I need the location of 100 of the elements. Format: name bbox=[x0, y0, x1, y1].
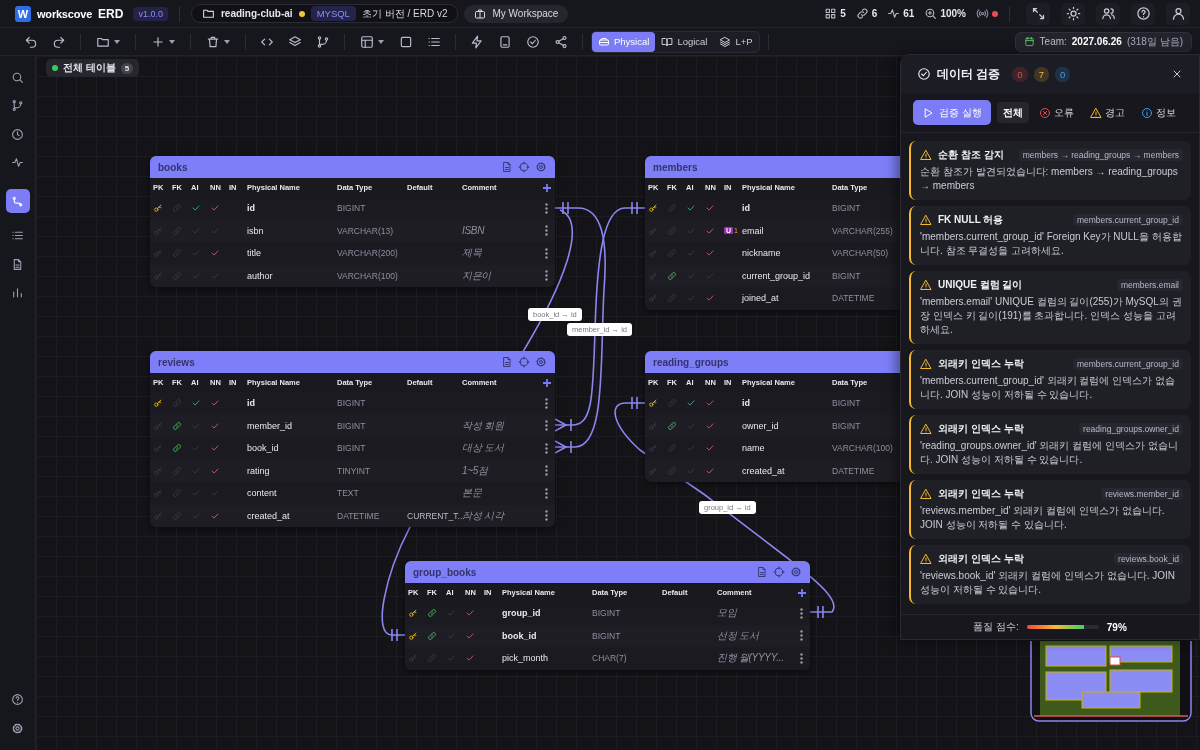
table-filter-chip[interactable]: 전체 테이블 5 bbox=[46, 59, 140, 77]
issue-card[interactable]: FK NULL 허용 members.current_group_id 'members.current_group_id' Foreign Key가 NULL을 허용합니다. 참조 무결성을 고려하세요. bbox=[909, 206, 1191, 265]
key-icon[interactable] bbox=[648, 203, 658, 214]
profile-button[interactable] bbox=[1166, 2, 1190, 25]
more-icon[interactable] bbox=[545, 202, 548, 214]
link-icon[interactable] bbox=[667, 420, 677, 431]
link-icon[interactable] bbox=[172, 443, 182, 454]
more-icon[interactable] bbox=[545, 397, 548, 409]
project-selector[interactable]: reading-club-ai MYSQL 초기 버전 / ERD v2 bbox=[190, 4, 459, 23]
check-icon[interactable] bbox=[705, 465, 715, 476]
check-icon[interactable] bbox=[210, 420, 220, 431]
check-icon[interactable] bbox=[705, 270, 715, 281]
link-icon[interactable] bbox=[667, 270, 677, 281]
check-icon[interactable] bbox=[210, 465, 220, 476]
check-icon[interactable] bbox=[210, 225, 220, 236]
link-icon[interactable] bbox=[172, 420, 182, 431]
check-icon[interactable] bbox=[191, 203, 201, 214]
more-icon[interactable] bbox=[800, 607, 803, 619]
more-icon[interactable] bbox=[545, 487, 548, 499]
crosshair-icon[interactable] bbox=[518, 356, 530, 368]
check-icon[interactable] bbox=[210, 270, 220, 281]
table-name: reading_groups bbox=[653, 356, 730, 368]
key-icon[interactable] bbox=[648, 398, 658, 409]
more-icon[interactable] bbox=[800, 630, 803, 642]
view-mode-tab[interactable]: L+P bbox=[713, 31, 759, 52]
team-button[interactable] bbox=[1096, 2, 1120, 25]
check-icon[interactable] bbox=[705, 398, 715, 409]
workspace-button[interactable]: My Workspace bbox=[464, 4, 569, 23]
more-icon[interactable] bbox=[545, 247, 548, 259]
check-icon[interactable] bbox=[465, 608, 475, 619]
document-icon[interactable] bbox=[501, 356, 513, 368]
check-icon[interactable] bbox=[191, 465, 201, 476]
more-icon[interactable] bbox=[545, 465, 548, 477]
filter-tab[interactable]: 오류 bbox=[1032, 102, 1080, 123]
more-icon[interactable] bbox=[800, 652, 803, 664]
document-icon[interactable] bbox=[501, 161, 513, 173]
field-name: owner_id bbox=[742, 420, 780, 431]
crosshair-icon[interactable] bbox=[773, 566, 785, 578]
issue-card[interactable]: 순환 참조 감지 members → reading_groups → members 순환 참조가 발견되었습니다: members → reading_groups → members bbox=[909, 141, 1191, 200]
check-icon[interactable] bbox=[705, 225, 715, 236]
add-column-icon[interactable] bbox=[798, 588, 806, 597]
filter-tab[interactable]: 정보 bbox=[1134, 102, 1182, 123]
more-icon[interactable] bbox=[545, 420, 548, 432]
filter-tab[interactable]: 경고 bbox=[1083, 102, 1131, 123]
settings-icon[interactable] bbox=[535, 161, 547, 173]
link-icon[interactable] bbox=[427, 608, 437, 619]
connection-nav-button[interactable] bbox=[5, 189, 30, 213]
check-icon[interactable] bbox=[705, 203, 715, 214]
issue-card[interactable]: 외래키 인덱스 누락 reviews.book_id 'reviews.book_id' 외래키 컬럼에 인덱스가 없습니다. JOIN 성능이 저하될 수 있습니다. bbox=[909, 545, 1191, 604]
check-icon[interactable] bbox=[705, 420, 715, 431]
close-button[interactable] bbox=[1171, 68, 1183, 80]
help-button[interactable] bbox=[1131, 2, 1155, 25]
key-icon[interactable] bbox=[408, 630, 418, 641]
settings-icon[interactable] bbox=[535, 356, 547, 368]
check-icon[interactable] bbox=[686, 420, 696, 431]
check-icon[interactable] bbox=[210, 443, 220, 454]
check-icon[interactable] bbox=[705, 248, 715, 259]
check-icon[interactable] bbox=[191, 225, 201, 236]
check-icon[interactable] bbox=[465, 653, 475, 664]
key-icon[interactable] bbox=[153, 398, 163, 409]
more-icon[interactable] bbox=[545, 510, 548, 522]
filter-tab[interactable]: 전체 bbox=[996, 102, 1029, 123]
check-icon[interactable] bbox=[465, 630, 475, 641]
check-icon[interactable] bbox=[210, 510, 220, 521]
document-icon[interactable] bbox=[756, 566, 768, 578]
more-icon[interactable] bbox=[545, 270, 548, 282]
target-tag: members.current_group_id bbox=[1072, 358, 1183, 370]
check-icon[interactable] bbox=[191, 510, 201, 521]
check-icon[interactable] bbox=[210, 248, 220, 259]
check-icon[interactable] bbox=[705, 443, 715, 454]
more-icon[interactable] bbox=[545, 442, 548, 454]
link-icon[interactable] bbox=[427, 630, 437, 641]
add-column-icon[interactable] bbox=[543, 378, 551, 387]
issue-card[interactable]: UNIQUE 컬럼 길이 members.email 'members.email' UNIQUE 컬럼의 길이(255)가 MySQL의 권장 인덱스 키 길이(191)를 초과합니다. 인덱스 성능을 고려하세요. bbox=[909, 271, 1191, 344]
check-icon[interactable] bbox=[686, 465, 696, 476]
check-icon[interactable] bbox=[191, 420, 201, 431]
check-icon[interactable] bbox=[191, 398, 201, 409]
key-icon[interactable] bbox=[408, 608, 418, 619]
issue-card[interactable]: 외래키 인덱스 누락 members.current_group_id 'members.current_group_id' 외래키 컬럼에 인덱스가 없습니다. JOIN 성능이 저하될 수 있습니다. bbox=[909, 350, 1191, 409]
minimap-drawing[interactable] bbox=[1030, 641, 1192, 722]
issue-card[interactable]: 외래키 인덱스 누락 reading_groups.owner_id 'reading_groups.owner_id' 외래키 컬럼에 인덱스가 없습니다. JOIN 성능이 저하될 수 있습니다. bbox=[909, 415, 1191, 474]
add-column-icon[interactable] bbox=[543, 183, 551, 192]
check-icon[interactable] bbox=[705, 293, 715, 304]
check-icon[interactable] bbox=[686, 225, 696, 236]
check-icon[interactable] bbox=[686, 398, 696, 409]
key-icon[interactable] bbox=[153, 203, 163, 214]
more-icon[interactable] bbox=[545, 225, 548, 237]
settings-icon[interactable] bbox=[790, 566, 802, 578]
field-name: created_at bbox=[247, 510, 291, 521]
issue-card[interactable]: 외래키 인덱스 누락 reviews.member_id 'reviews.member_id' 외래키 컬럼에 인덱스가 없습니다. JOIN 성능이 저하될 수 있습니다. bbox=[909, 480, 1191, 539]
view-mode-tab[interactable]: Logical bbox=[655, 31, 714, 52]
theme-button[interactable] bbox=[1061, 2, 1085, 25]
check-icon[interactable] bbox=[210, 203, 220, 214]
check-icon[interactable] bbox=[210, 398, 220, 409]
check-icon[interactable] bbox=[686, 203, 696, 214]
check-icon[interactable] bbox=[446, 630, 456, 641]
fullscreen-button[interactable] bbox=[1026, 2, 1050, 25]
check-icon[interactable] bbox=[686, 270, 696, 281]
crosshair-icon[interactable] bbox=[518, 161, 530, 173]
check-icon[interactable] bbox=[191, 270, 201, 281]
